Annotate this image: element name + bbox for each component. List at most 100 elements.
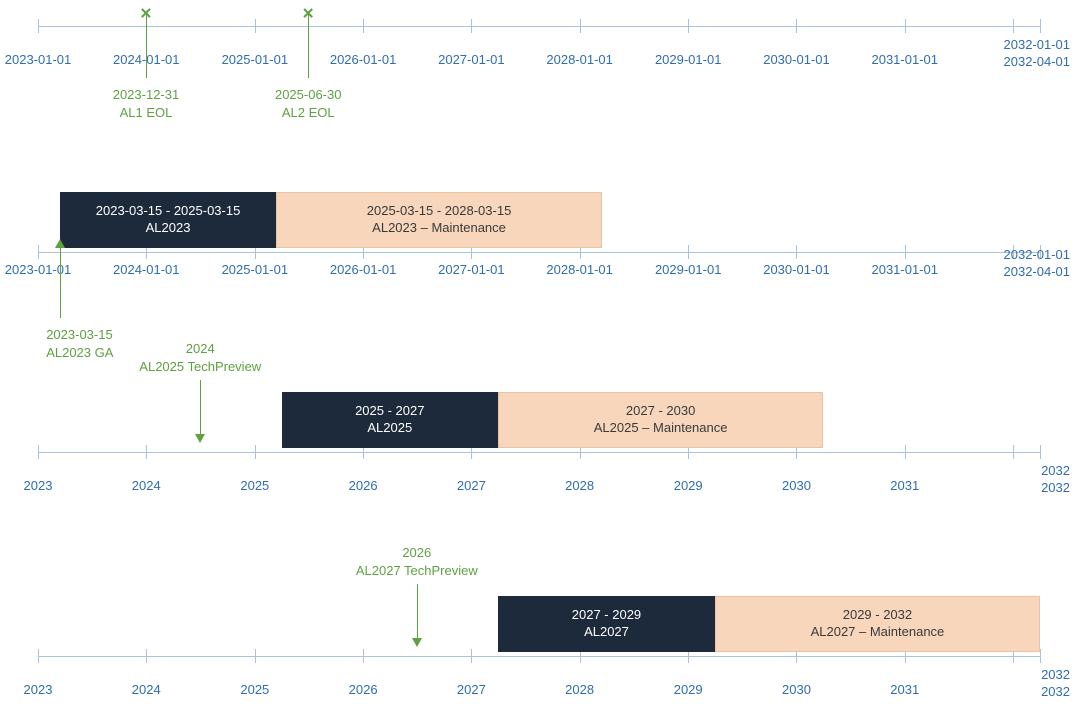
- milestone-arrow-down-icon: [195, 434, 205, 443]
- axis-line: [38, 26, 1040, 27]
- axis-tick-label: 2023: [24, 682, 53, 697]
- axis-tick-label: 2028: [565, 682, 594, 697]
- axis-tick-label: 2028-01-01: [546, 52, 613, 67]
- axis-tick-label: 2029: [674, 682, 703, 697]
- axis-tick-label: 2030-01-01: [763, 52, 830, 67]
- axis-tick-label: 2023-01-01: [5, 262, 72, 277]
- axis-tick: [471, 19, 472, 33]
- axis-tick-label: 2030-01-01: [763, 262, 830, 277]
- axis-tick-label: 2026: [349, 682, 378, 697]
- axis-tick: [688, 19, 689, 33]
- axis-tick-label: 2027-01-01: [438, 262, 505, 277]
- bar-title: AL2027: [584, 624, 629, 641]
- axis-tick: [905, 245, 906, 259]
- axis-tick-label: 2027-01-01: [438, 52, 505, 67]
- milestone-stem: [60, 248, 61, 318]
- axis-tick-label: 2026-01-01: [330, 52, 397, 67]
- axis-end-tick: [1040, 19, 1041, 33]
- axis-tick-label: 2028-01-01: [546, 262, 613, 277]
- axis-end-label-bottom: 2032: [1041, 480, 1070, 495]
- axis-tick: [38, 445, 39, 459]
- axis-tick: [255, 445, 256, 459]
- axis-tick: [363, 649, 364, 663]
- release-bar-active: 2027 - 2029AL2027: [498, 596, 715, 652]
- axis-tick-label: 2029-01-01: [655, 52, 722, 67]
- bar-title: AL2027 – Maintenance: [811, 624, 945, 641]
- release-bar-maintenance: 2025-03-15 - 2028-03-15AL2023 – Maintena…: [276, 192, 601, 248]
- axis-tick-label: 2028: [565, 478, 594, 493]
- milestone-stem: [146, 14, 147, 78]
- axis-end-label-bottom: 2032: [1041, 684, 1070, 699]
- axis-end-tick: [1040, 445, 1041, 459]
- milestone-stem: [200, 380, 201, 434]
- axis-tick: [38, 19, 39, 33]
- axis-tick-label: 2025-01-01: [222, 52, 289, 67]
- milestone-label: 2025-06-30AL2 EOL: [275, 86, 342, 121]
- axis-tick: [796, 245, 797, 259]
- milestone-cross-icon: ✕: [302, 7, 315, 22]
- axis-end-label-top: 2032: [1041, 463, 1070, 478]
- bar-date-range: 2025-03-15 - 2028-03-15: [367, 203, 512, 220]
- axis-tick-label: 2029-01-01: [655, 262, 722, 277]
- axis-tick-label: 2031-01-01: [871, 52, 938, 67]
- axis-tick-label: 2023-01-01: [5, 52, 72, 67]
- axis-tick-label: 2026: [349, 478, 378, 493]
- axis-tick-label: 2024-01-01: [113, 262, 180, 277]
- axis-tick: [580, 19, 581, 33]
- axis-tick-label: 2025: [240, 682, 269, 697]
- axis-tick: [1013, 445, 1014, 459]
- axis-tick-label: 2031-01-01: [871, 262, 938, 277]
- axis-tick-label: 2031: [890, 478, 919, 493]
- axis-tick: [146, 649, 147, 663]
- axis-tick: [471, 649, 472, 663]
- axis-tick-label: 2024: [132, 682, 161, 697]
- bar-date-range: 2027 - 2029: [572, 607, 641, 624]
- milestone-label: 2026AL2027 TechPreview: [356, 544, 478, 579]
- axis-tick-label: 2025: [240, 478, 269, 493]
- milestone-label: 2023-12-31AL1 EOL: [113, 86, 180, 121]
- milestone-label: 2023-03-15AL2023 GA: [46, 326, 113, 361]
- release-timelines: 2023-01-01 2024-01-01 2025-01-01 2026-01-01…: [0, 0, 1080, 718]
- axis-tick-label: 2030: [782, 682, 811, 697]
- axis-tick: [688, 245, 689, 259]
- milestone-stem: [417, 584, 418, 638]
- axis-tick: [255, 649, 256, 663]
- release-bar-active: 2023-03-15 - 2025-03-15AL2023: [60, 192, 277, 248]
- bar-date-range: 2029 - 2032: [843, 607, 912, 624]
- bar-date-range: 2025 - 2027: [355, 403, 424, 420]
- milestone-label: 2024AL2025 TechPreview: [139, 340, 261, 375]
- axis-end-label-top: 2032-01-01: [1004, 247, 1071, 262]
- axis-tick-label: 2027: [457, 478, 486, 493]
- axis-line: [38, 252, 1040, 253]
- axis-line: [38, 452, 1040, 453]
- axis-tick: [38, 245, 39, 259]
- axis-tick: [905, 19, 906, 33]
- milestone-stem: [308, 14, 309, 78]
- axis-tick-label: 2031: [890, 682, 919, 697]
- axis-tick-label: 2024: [132, 478, 161, 493]
- release-bar-maintenance: 2029 - 2032AL2027 – Maintenance: [715, 596, 1040, 652]
- axis-tick: [363, 19, 364, 33]
- axis-tick-label: 2027: [457, 682, 486, 697]
- axis-tick: [255, 19, 256, 33]
- bar-title: AL2023 – Maintenance: [372, 220, 506, 237]
- axis-tick-label: 2030: [782, 478, 811, 493]
- axis-tick: [796, 19, 797, 33]
- milestone-arrow-down-icon: [412, 638, 422, 647]
- axis-tick-label: 2026-01-01: [330, 262, 397, 277]
- axis-tick-label: 2025-01-01: [222, 262, 289, 277]
- axis-tick-label: 2023: [24, 478, 53, 493]
- release-bar-maintenance: 2027 - 2030AL2025 – Maintenance: [498, 392, 823, 448]
- bar-date-range: 2023-03-15 - 2025-03-15: [96, 203, 241, 220]
- axis-line: [38, 656, 1040, 657]
- axis-end-label-top: 2032-01-01: [1004, 37, 1071, 52]
- axis-end-label-bottom: 2032-04-01: [1004, 54, 1071, 69]
- milestone-arrow-up-icon: [55, 239, 65, 248]
- bar-title: AL2023: [146, 220, 191, 237]
- axis-tick: [146, 445, 147, 459]
- axis-end-tick: [1040, 649, 1041, 663]
- axis-tick: [905, 445, 906, 459]
- bar-title: AL2025 – Maintenance: [594, 420, 728, 437]
- milestone-cross-icon: ✕: [140, 7, 153, 22]
- axis-tick-label: 2029: [674, 478, 703, 493]
